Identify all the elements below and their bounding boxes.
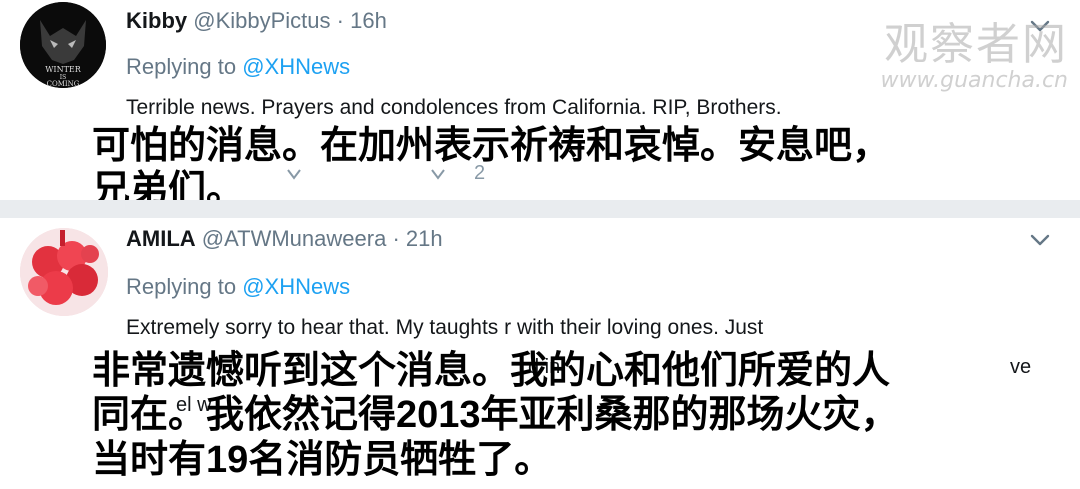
- tweet-header: Kibby @KibbyPictus · 16h: [126, 8, 387, 34]
- user-handle[interactable]: @KibbyPictus: [193, 8, 330, 33]
- separator-dot: ·: [336, 8, 344, 33]
- replying-to: Replying to @XHNews: [126, 274, 350, 300]
- tweet-header: AMILA @ATWMunaweera · 21h: [126, 226, 443, 252]
- timestamp[interactable]: 16h: [350, 8, 387, 33]
- watermark: 观察者网 www.guancha.cn: [881, 8, 1068, 93]
- avatar[interactable]: [20, 228, 108, 316]
- chinese-translation-overlay: 非常遗憾听到这个消息。我的心和他们所爱的人 同在。我依然记得2013年亚利桑那的…: [92, 349, 899, 482]
- display-name[interactable]: AMILA: [126, 226, 196, 251]
- chevron-down-icon[interactable]: [1028, 228, 1052, 252]
- mention-link[interactable]: @XHNews: [242, 274, 350, 299]
- tweet-text: Terrible news. Prayers and condolences f…: [126, 96, 782, 119]
- text-fragment: ve: [1010, 356, 1032, 378]
- tweet-divider: [0, 200, 1080, 218]
- tweet-amila[interactable]: AMILA @ATWMunaweera · 21h Replying to @X…: [0, 218, 1080, 489]
- separator-dot: ·: [392, 226, 400, 251]
- timestamp[interactable]: 21h: [406, 226, 443, 251]
- tweet-text: Extremely sorry to hear that. My taughts…: [126, 316, 764, 339]
- berries-avatar-image: [20, 228, 108, 316]
- watermark-text: 观察者网: [884, 19, 1068, 70]
- overlay-line: 同在。我依然记得2013年亚利桑那的那场火灾，: [92, 394, 899, 437]
- mention-link[interactable]: @XHNews: [242, 54, 350, 79]
- overlay-line: 非常遗憾听到这个消息。我的心和他们所爱的人: [92, 350, 891, 392]
- overlay-line: 可怕的消息。在加州表示祈祷和哀悼。安息吧，: [92, 125, 891, 167]
- watermark-url: www.guancha.cn: [880, 68, 1068, 93]
- overlay-line: 当时有19名消防员牺牲了。: [92, 438, 553, 481]
- wolf-avatar-image: WINTER IS COMING: [20, 2, 106, 88]
- user-handle[interactable]: @ATWMunaweera: [202, 226, 387, 251]
- replying-label: Replying to: [126, 274, 237, 299]
- avatar-text-1: WINTER: [45, 65, 82, 74]
- display-name[interactable]: Kibby: [126, 8, 187, 33]
- avatar-text-3: COMING: [47, 80, 80, 88]
- replying-label: Replying to: [126, 54, 237, 79]
- avatar[interactable]: WINTER IS COMING: [20, 2, 106, 88]
- replying-to: Replying to @XHNews: [126, 54, 350, 80]
